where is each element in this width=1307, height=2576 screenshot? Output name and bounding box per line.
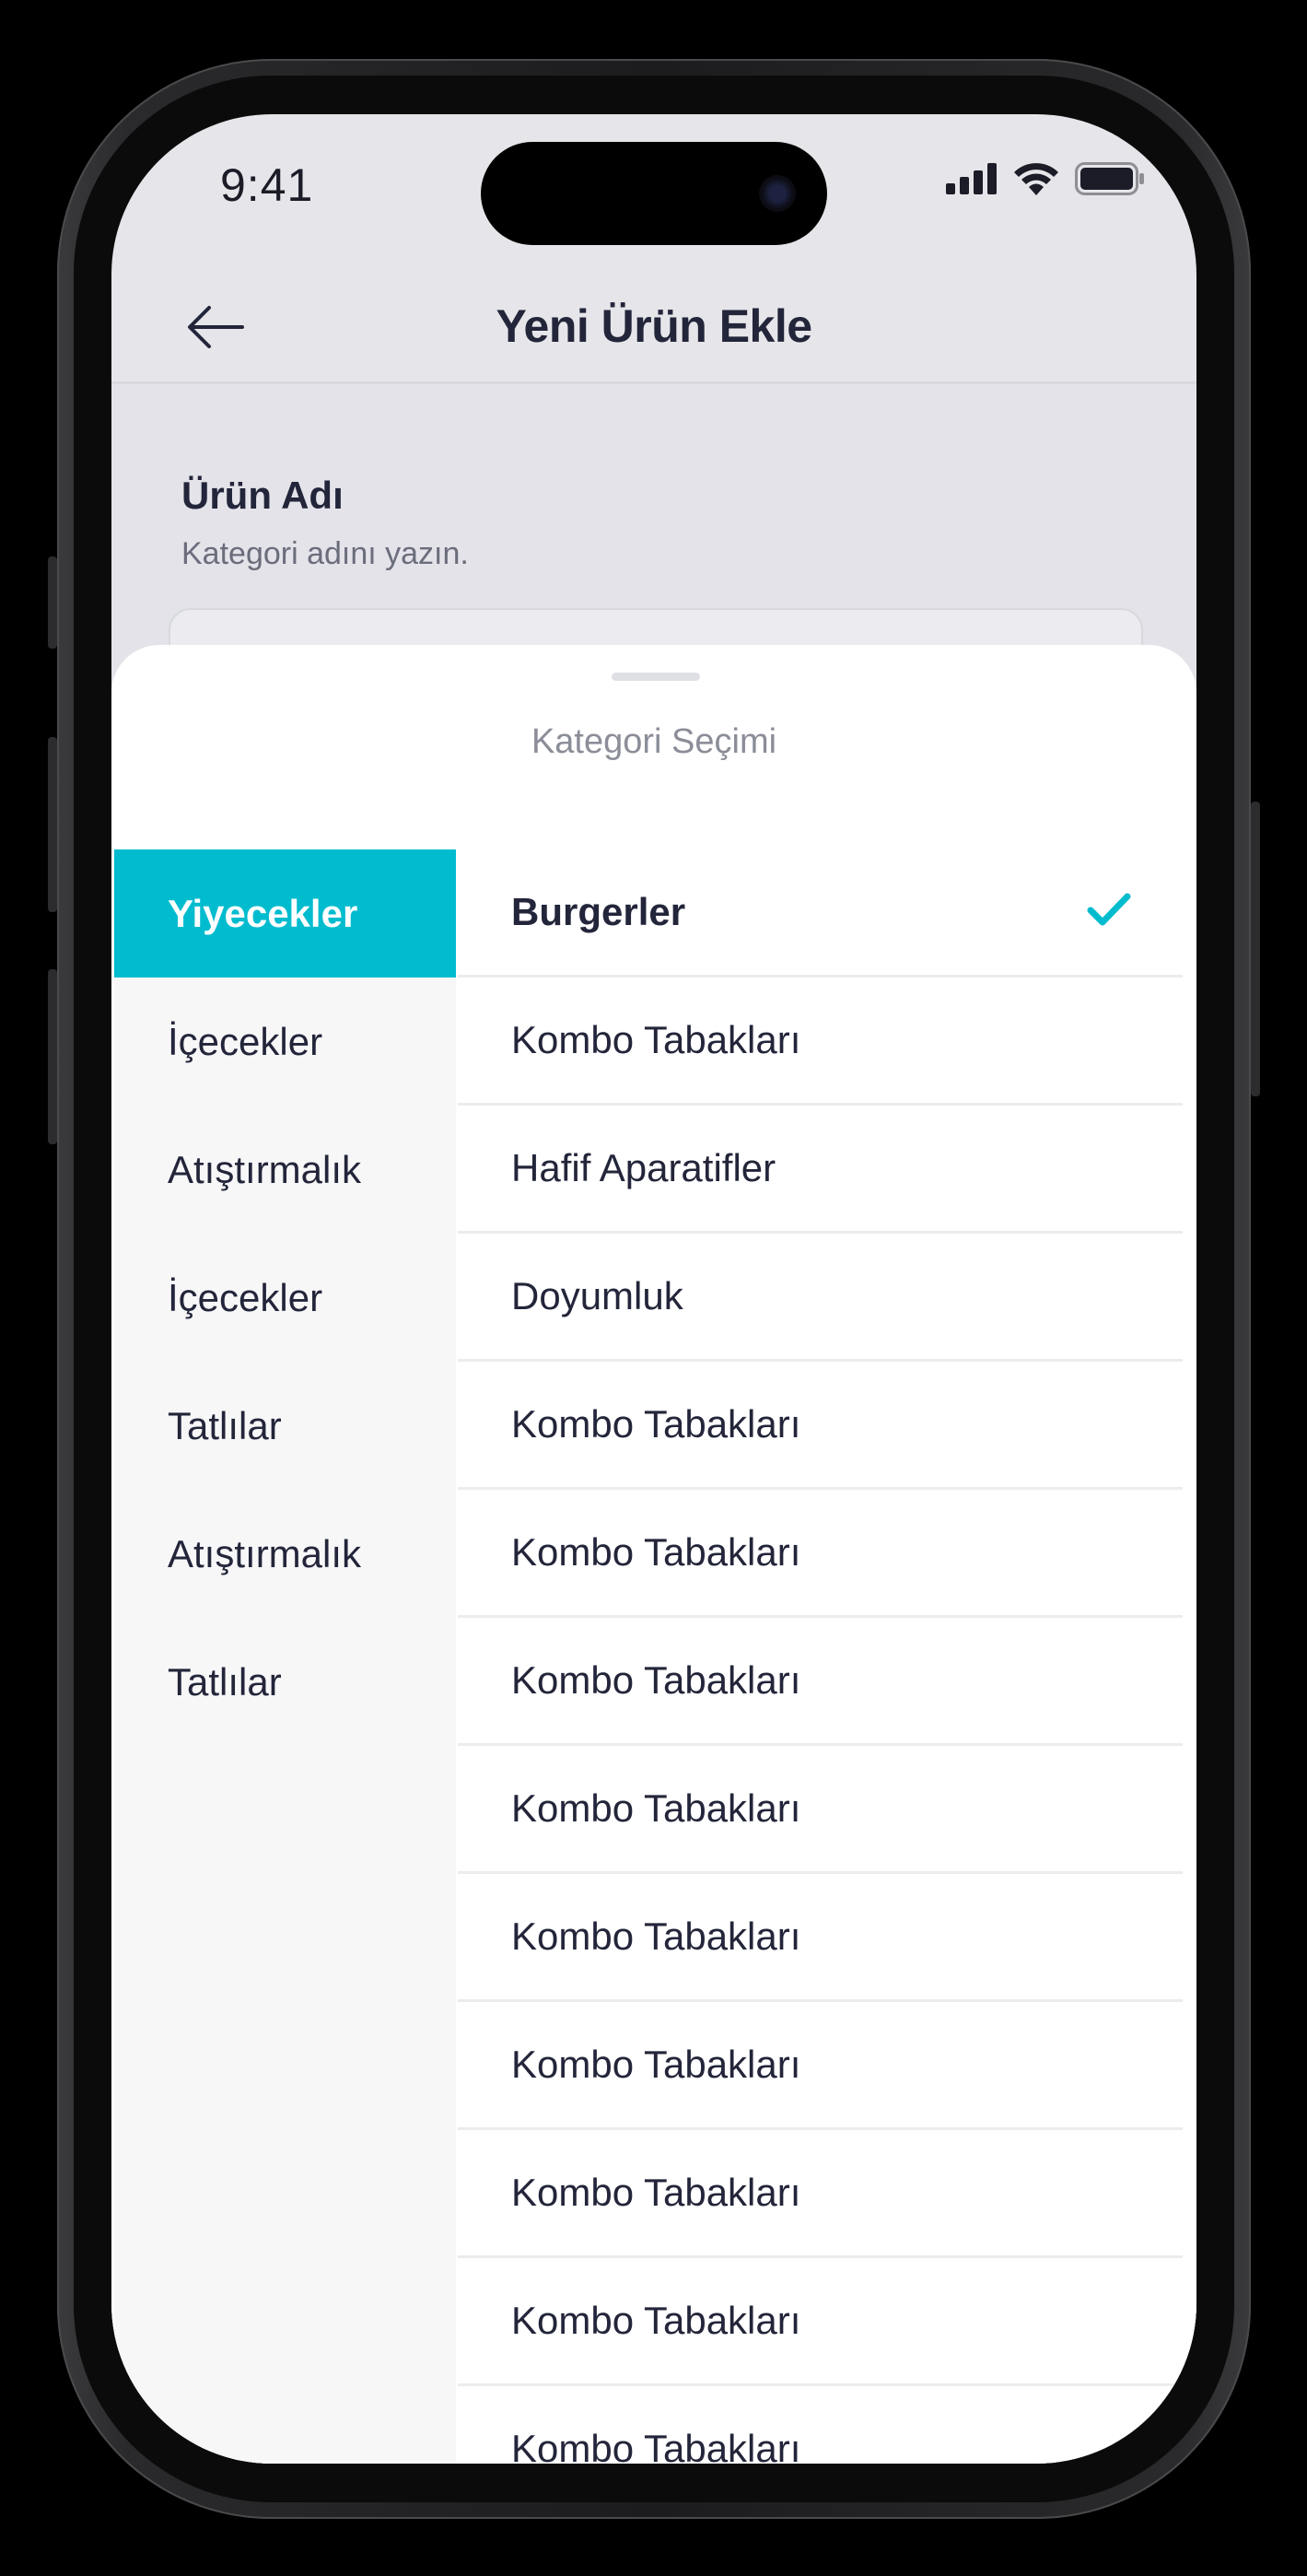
subcategory-item[interactable]: Kombo Tabakları: [458, 978, 1183, 1106]
subcategory-label: Kombo Tabakları: [511, 1018, 801, 1061]
category-item-active[interactable]: Yiyecekler: [114, 849, 456, 978]
subcategory-item[interactable]: Hafif Aparatifler: [458, 1106, 1183, 1234]
category-item[interactable]: Tatlılar: [114, 1618, 456, 1746]
product-name-label: Ürün Adı: [181, 474, 344, 517]
category-item[interactable]: Atıştırmalık: [114, 1490, 456, 1618]
category-list: Yiyecekler İçecekler Atıştırmalık İçecek…: [114, 849, 456, 2464]
status-time: 9:41: [220, 159, 314, 211]
power-button: [1251, 802, 1260, 1096]
subcategory-item-selected[interactable]: Burgerler: [458, 849, 1183, 978]
category-item[interactable]: Atıştırmalık: [114, 1106, 456, 1234]
subcategory-label: Kombo Tabakları: [511, 1786, 801, 1830]
subcategory-label: Burgerler: [511, 890, 686, 933]
category-bottom-sheet: Kategori Seçimi Yiyecekler İçecekler Atı…: [111, 645, 1196, 2464]
app-header: Yeni Ürün Ekle: [111, 271, 1196, 381]
front-camera-icon: [759, 175, 796, 212]
subcategory-label: Kombo Tabakları: [511, 1402, 801, 1446]
subcategory-label: Kombo Tabakları: [511, 2043, 801, 2086]
subcategory-label: Doyumluk: [511, 1274, 683, 1317]
subcategory-label: Kombo Tabakları: [511, 2427, 801, 2464]
subcategory-label: Kombo Tabakları: [511, 1658, 801, 1702]
subcategory-item[interactable]: Kombo Tabakları: [458, 1618, 1183, 1746]
sheet-title: Kategori Seçimi: [531, 722, 777, 761]
category-item[interactable]: İçecekler: [114, 978, 456, 1106]
subcategory-item[interactable]: Kombo Tabakları: [458, 1874, 1183, 2002]
subcategory-label: Kombo Tabakları: [511, 1530, 801, 1574]
volume-down-button: [48, 969, 57, 1144]
category-item[interactable]: Tatlılar: [114, 1362, 456, 1490]
battery-icon: [1075, 162, 1144, 195]
category-item[interactable]: İçecekler: [114, 1234, 456, 1362]
product-name-hint: Kategori adını yazın.: [181, 536, 469, 571]
subcategory-label: Kombo Tabakları: [511, 2299, 801, 2342]
sheet-drag-handle[interactable]: [612, 673, 700, 681]
arrow-left-icon: [188, 306, 244, 348]
subcategory-label: Kombo Tabakları: [511, 2171, 801, 2214]
cellular-signal-icon: [946, 163, 997, 194]
status-icons: [946, 162, 1145, 195]
dynamic-island: [481, 142, 827, 245]
subcategory-label: Kombo Tabakları: [511, 1914, 801, 1958]
screen: 9:41 Yeni Ürün Ekle Ürün Adı Kategori ad…: [111, 114, 1196, 2464]
subcategory-item[interactable]: Kombo Tabakları: [458, 1746, 1183, 1874]
subcategory-item[interactable]: Kombo Tabakları: [458, 1362, 1183, 1490]
action-button: [48, 556, 57, 649]
subcategory-item[interactable]: Kombo Tabakları: [458, 2130, 1183, 2258]
wifi-icon: [1014, 163, 1058, 195]
subcategory-label: Hafif Aparatifler: [511, 1146, 776, 1189]
subcategory-item[interactable]: Kombo Tabakları: [458, 1490, 1183, 1618]
subcategory-item[interactable]: Kombo Tabakları: [458, 2002, 1183, 2130]
check-icon: [1087, 893, 1131, 926]
back-button[interactable]: [185, 297, 246, 357]
subcategory-item[interactable]: Kombo Tabakları: [458, 2386, 1183, 2464]
subcategory-item[interactable]: Doyumluk: [458, 1234, 1183, 1362]
subcategory-list: Burgerler Kombo Tabakları Hafif Aparatif…: [458, 849, 1183, 2464]
volume-up-button: [48, 737, 57, 912]
page-title: Yeni Ürün Ekle: [496, 300, 812, 352]
subcategory-item[interactable]: Kombo Tabakları: [458, 2258, 1183, 2386]
